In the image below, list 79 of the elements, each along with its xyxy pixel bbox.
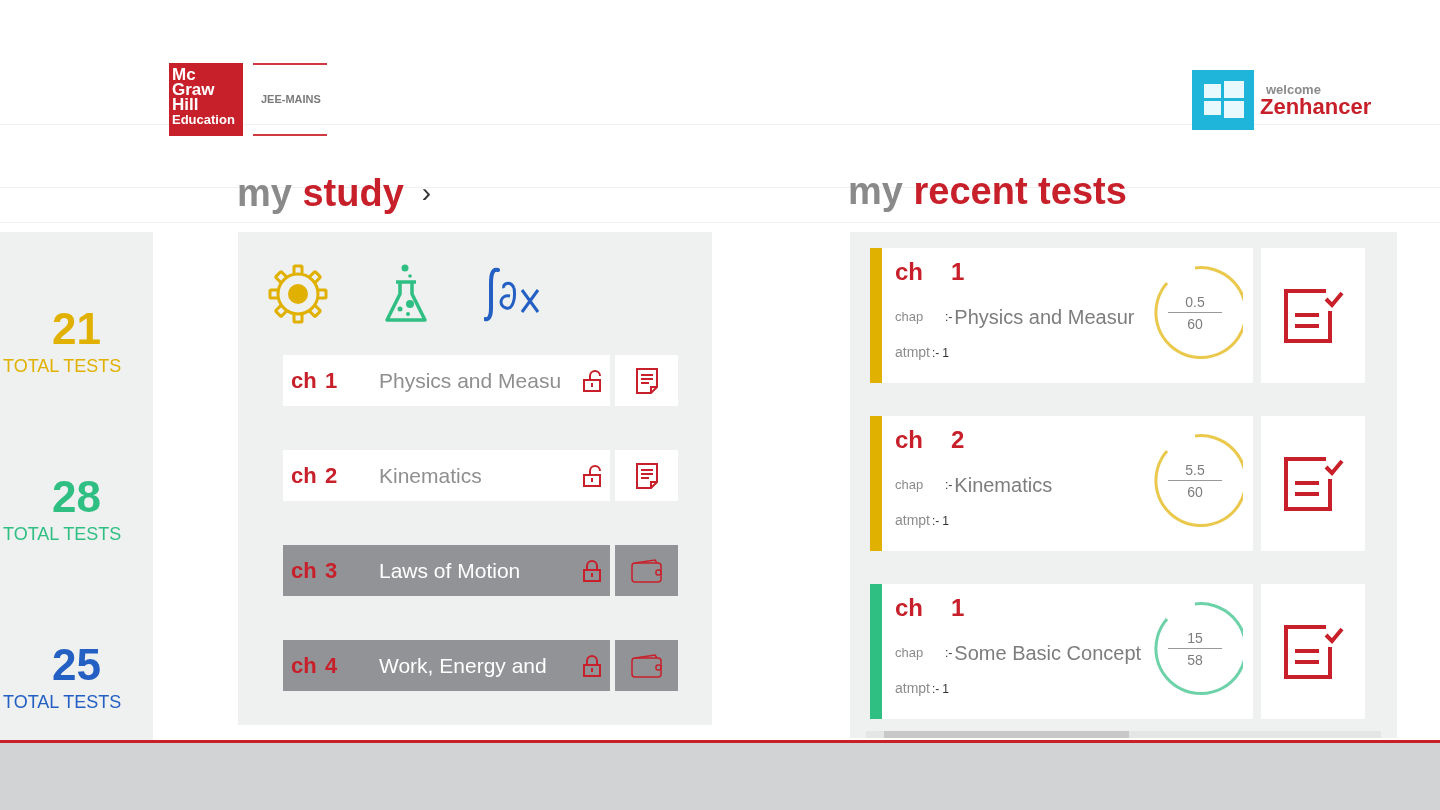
attempt-count: 1 [942, 680, 950, 698]
score-value: 0.5 [1185, 295, 1205, 312]
welcome-text: welcome [1265, 82, 1322, 96]
stat-label: TOTAL TESTS [2, 693, 122, 711]
chapter-number: 1 [951, 257, 965, 287]
attempt-count: 1 [942, 512, 950, 530]
chapter-prefix: ch [291, 557, 318, 585]
stat-value: 25 [52, 643, 101, 687]
wallet-icon [630, 653, 663, 678]
chapter-title: Kinematics [379, 462, 483, 489]
review-button[interactable] [1261, 416, 1365, 551]
chapter-title: Work, Energy and [379, 652, 548, 679]
chapter-title: Physics and Measur [954, 305, 1135, 330]
chapter-title: Physics and Measu [379, 367, 563, 394]
separator: :- [932, 680, 940, 698]
score-total: 60 [1187, 483, 1203, 499]
score-value: 5.5 [1185, 463, 1205, 480]
chapter-number: 2 [325, 462, 339, 490]
chapter-number: 1 [325, 367, 339, 395]
field-label: atmpt [895, 511, 930, 530]
separator: :- [932, 512, 940, 530]
chevron-link[interactable]: › [421, 172, 432, 214]
user-name: Zenhancer [1260, 95, 1372, 118]
score-total: 58 [1187, 651, 1203, 667]
stat-value: 21 [52, 307, 101, 351]
score-total: 60 [1187, 315, 1203, 331]
separator: :- [945, 645, 953, 662]
test-card[interactable]: ch 1 chap :-Physics and Measur atmpt:- 1 0.5 60 [870, 248, 1253, 383]
notes-button[interactable] [615, 355, 678, 406]
chapter-number: 1 [951, 593, 965, 623]
test-card[interactable]: ch 1 chap :-Some Basic Concept atmpt:- 1 15 58 [870, 584, 1253, 719]
chapter-prefix: ch [291, 462, 318, 490]
chapter-title: Some Basic Concept [954, 641, 1142, 666]
chapter-item[interactable]: ch 2 Kinematics [283, 450, 610, 501]
chapter-number: 4 [325, 652, 339, 680]
field-label: chap [895, 476, 925, 495]
checklist-icon [1282, 286, 1344, 345]
field-label: atmpt [895, 343, 930, 362]
chapter-prefix: ch [291, 367, 318, 395]
test-card[interactable]: ch 2 chap :-Kinematics atmpt:- 1 5.5 60 [870, 416, 1253, 551]
separator: :- [932, 344, 940, 362]
stat-label: TOTAL TESTS [2, 525, 122, 543]
section-heading: study [302, 172, 404, 214]
chapter-prefix: ch [291, 652, 318, 680]
section-heading: recent tests [913, 170, 1127, 212]
review-button[interactable] [1261, 584, 1365, 719]
note-icon [634, 461, 659, 490]
field-label: atmpt [895, 679, 930, 698]
stat-value: 28 [52, 475, 101, 519]
heading-prefix: my [237, 172, 292, 214]
note-icon [634, 366, 659, 395]
field-label: chap [895, 644, 925, 663]
chapter-number: 2 [951, 425, 965, 455]
checklist-icon [1282, 622, 1344, 681]
stat-label: TOTAL TESTS [2, 357, 122, 375]
chapter-item[interactable]: ch 1 Physics and Measu [283, 355, 610, 406]
lock-icon [582, 558, 602, 583]
chapter-prefix: ch [895, 257, 924, 287]
chapter-prefix: ch [895, 593, 924, 623]
chapter-prefix: ch [895, 425, 924, 455]
scrollbar[interactable] [866, 731, 1381, 738]
notes-button[interactable] [615, 450, 678, 501]
separator: :- [945, 309, 953, 326]
score-value: 15 [1187, 631, 1203, 648]
wallet-icon [630, 558, 663, 583]
chapter-title: Laws of Motion [379, 557, 522, 584]
lock-icon [582, 653, 602, 678]
chapter-title: Kinematics [954, 473, 1053, 498]
separator: :- [945, 477, 953, 494]
attempt-count: 1 [942, 344, 950, 362]
unlocked-icon [582, 368, 602, 393]
chapter-number: 3 [325, 557, 339, 585]
publisher-logo: Mc Graw Hill Education [169, 63, 243, 136]
field-label: chap [895, 308, 925, 327]
checklist-icon [1282, 454, 1344, 513]
heading-prefix: my [848, 170, 903, 212]
review-button[interactable] [1261, 248, 1365, 383]
exam-label: JEE-MAINS [260, 92, 321, 108]
unlocked-icon [582, 463, 602, 488]
